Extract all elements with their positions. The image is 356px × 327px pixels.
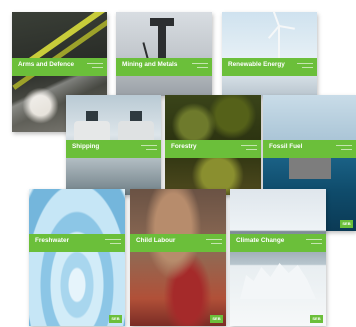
cover-child-labour: Child Labour SEB [130,189,226,326]
cover-title: Forestry [171,143,197,150]
cover-climate-change: Climate Change SEB [230,189,326,326]
cover-title-band: Arms and Defence [12,58,107,76]
cover-title-band: Freshwater [29,234,125,252]
cover-title: Renewable Energy [228,61,285,68]
cover-shipping: Shipping [66,95,161,195]
cover-photo [130,189,226,326]
cover-title-band: Shipping [66,140,161,158]
cover-title: Mining and Metals [122,61,178,68]
cover-photo [29,189,125,326]
cover-title-band: Climate Change [230,234,326,252]
cover-forestry: Forestry [165,95,261,195]
cover-freshwater: Freshwater SEB [29,189,125,326]
seb-logo: SEB [210,315,223,323]
cover-title: Child Labour [136,237,176,244]
cover-mining-and-metals: Mining and Metals [116,12,212,96]
cover-title: Climate Change [236,237,285,244]
cover-title: Freshwater [35,237,70,244]
cover-title-band: Fossil Fuel [263,140,356,158]
cover-title-band: Renewable Energy [222,58,317,76]
cover-title: Fossil Fuel [269,143,303,150]
cover-photo [222,12,317,96]
cover-title: Arms and Defence [18,61,75,68]
cover-title-band: Mining and Metals [116,58,212,76]
cover-photo [230,189,326,326]
cover-title-band: Child Labour [130,234,226,252]
report-covers-collage: Arms and Defence Mining and Metals Renew… [0,0,356,327]
cover-title-band: Forestry [165,140,261,158]
seb-logo: SEB [310,315,323,323]
seb-logo: SEB [340,220,353,228]
cover-title: Shipping [72,143,100,150]
seb-logo: SEB [109,315,122,323]
cover-renewable-energy: Renewable Energy [222,12,317,96]
